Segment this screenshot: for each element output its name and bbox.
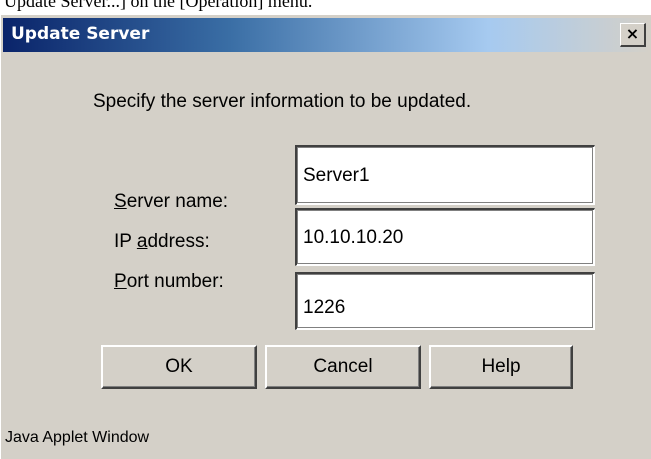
close-button[interactable]: ×	[620, 23, 646, 47]
applet-status-text: Java Applet Window	[5, 429, 150, 446]
port-number-mnemonic: P	[114, 271, 127, 292]
ok-button[interactable]: OK	[101, 345, 257, 389]
ip-address-label: IP address:	[114, 231, 210, 253]
server-name-field[interactable]	[295, 145, 595, 205]
cropped-text: Update Server...] on the [Operation] men…	[4, 0, 313, 11]
ip-address-mnemonic: a	[136, 231, 148, 252]
ip-address-label-text: ddress:	[147, 231, 210, 252]
window-title: Update Server	[11, 24, 150, 44]
port-number-label-text: ort number:	[126, 271, 224, 292]
server-name-mnemonic: S	[114, 191, 127, 212]
title-bar[interactable]: Update Server ×	[3, 18, 650, 52]
close-icon: ×	[625, 24, 640, 43]
server-name-label: Server name:	[114, 191, 228, 213]
update-server-dialog: Update Server × Specify the server infor…	[0, 14, 651, 459]
cancel-button[interactable]: Cancel	[265, 345, 421, 389]
instruction-text: Specify the server information to be upd…	[93, 91, 472, 112]
port-number-field[interactable]	[295, 272, 595, 330]
page: Update Server...] on the [Operation] men…	[0, 0, 651, 459]
ip-address-label-prefix: IP	[114, 231, 137, 252]
server-name-label-text: erver name:	[126, 191, 229, 212]
port-number-label: Port number:	[114, 271, 224, 293]
help-button[interactable]: Help	[429, 345, 573, 389]
ip-address-field[interactable]	[295, 208, 595, 266]
